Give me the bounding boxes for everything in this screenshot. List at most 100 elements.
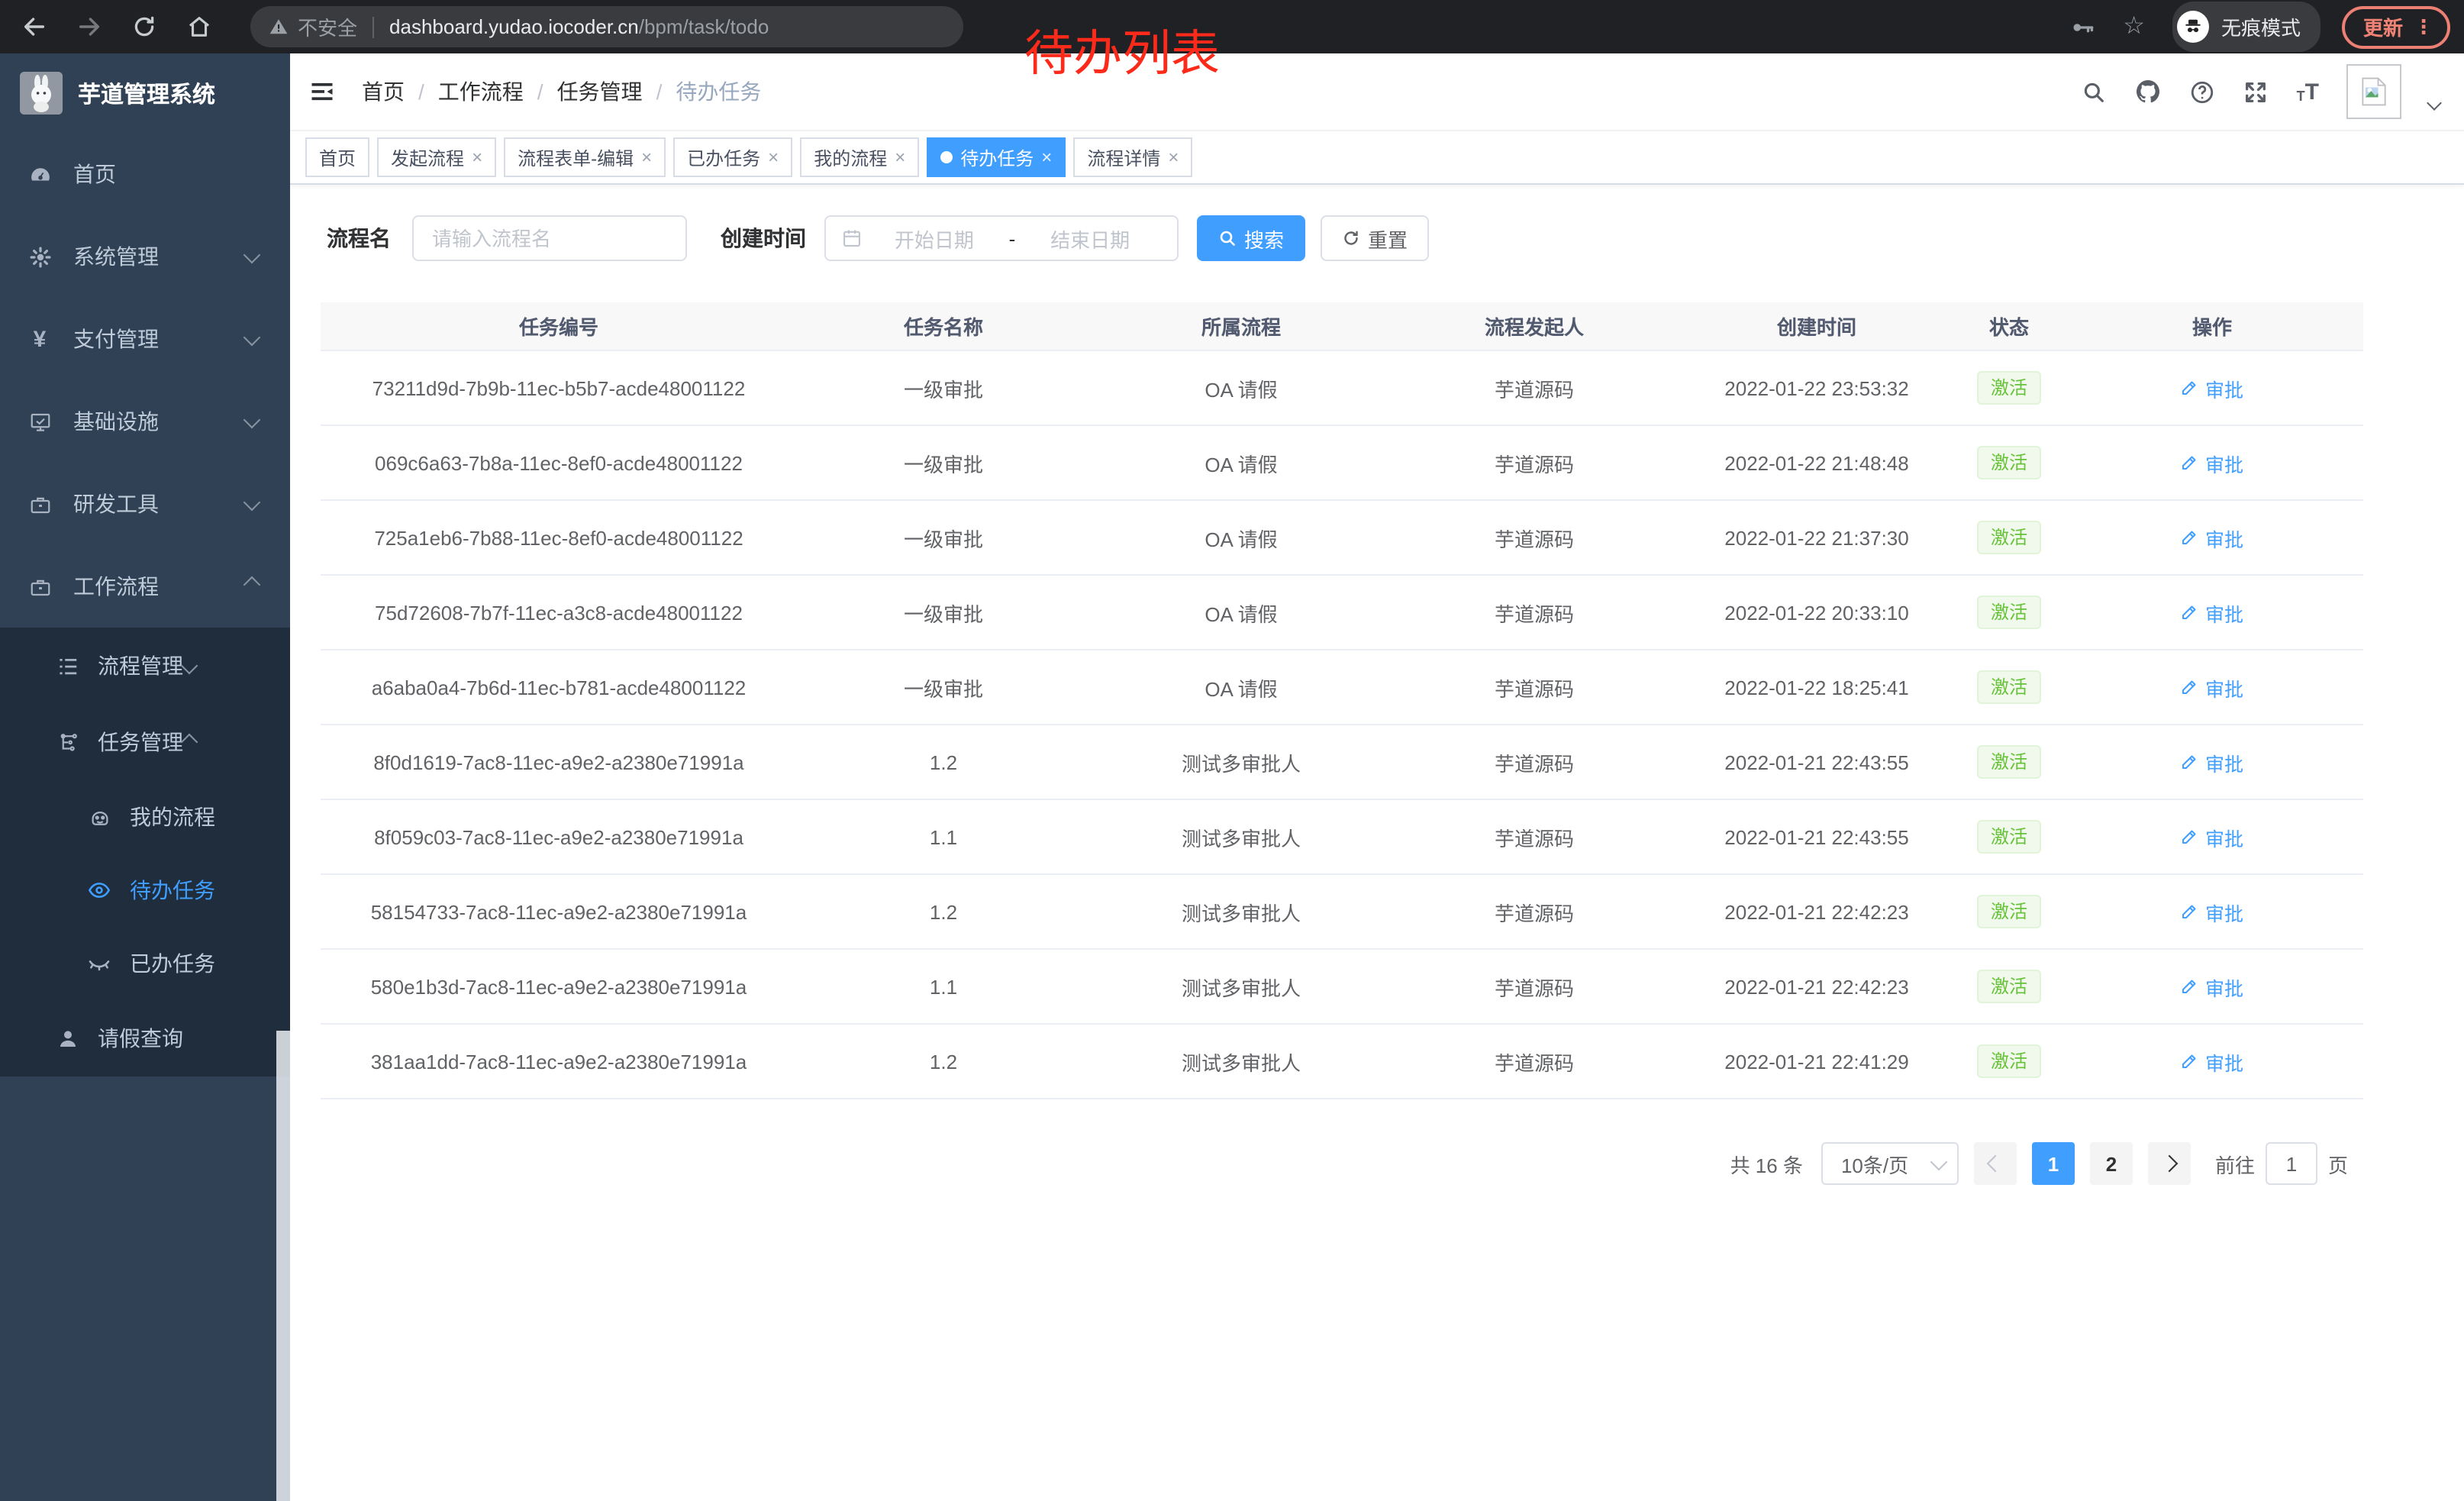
sidebar-item-my-process[interactable]: 我的流程 — [0, 780, 290, 854]
tab-my-process[interactable]: 我的流程× — [800, 137, 919, 177]
close-icon[interactable]: × — [1041, 148, 1052, 166]
breadcrumb-item[interactable]: 工作流程 — [438, 76, 524, 107]
tab-process-detail[interactable]: 流程详情× — [1073, 137, 1192, 177]
sidebar-item-done-tasks[interactable]: 已办任务 — [0, 927, 290, 1000]
main-area: 首页 / 工作流程 / 任务管理 / 待办任务 — [290, 53, 2464, 1501]
tab-todo-tasks[interactable]: 待办任务× — [927, 137, 1066, 177]
approve-link[interactable]: 审批 — [2181, 373, 2243, 402]
approve-link[interactable]: 审批 — [2181, 972, 2243, 1001]
approve-link[interactable]: 审批 — [2181, 598, 2243, 627]
task-name-cell: 1.1 — [797, 799, 1090, 874]
col-status: 状态 — [1957, 302, 2061, 350]
status-badge: 激活 — [1977, 820, 2041, 854]
close-icon[interactable]: × — [472, 148, 482, 166]
breadcrumb-item[interactable]: 首页 — [362, 76, 405, 107]
tab-home[interactable]: 首页 — [305, 137, 369, 177]
table-header-row: 任务编号 任务名称 所属流程 流程发起人 创建时间 状态 操作 — [321, 302, 2363, 350]
sidebar-item-task-mgmt[interactable]: 任务管理 — [0, 704, 290, 780]
close-icon[interactable]: × — [768, 148, 779, 166]
approve-link[interactable]: 审批 — [2181, 747, 2243, 776]
date-range-picker[interactable]: 开始日期 - 结束日期 — [824, 215, 1179, 261]
top-navbar: 首页 / 工作流程 / 任务管理 / 待办任务 — [290, 53, 2464, 131]
approve-link[interactable]: 审批 — [2181, 897, 2243, 926]
github-icon[interactable] — [2135, 78, 2162, 105]
breadcrumb-item[interactable]: 任务管理 — [557, 76, 643, 107]
reset-button[interactable]: 重置 — [1321, 215, 1429, 261]
url-separator — [373, 16, 374, 37]
home-icon[interactable] — [186, 14, 212, 40]
sidebar-item-leave-query[interactable]: 请假查询 — [0, 1000, 290, 1077]
sidebar-item-infra[interactable]: 基础设施 — [0, 380, 290, 463]
approve-link[interactable]: 审批 — [2181, 1047, 2243, 1076]
sidebar-item-home[interactable]: 首页 — [0, 133, 290, 215]
col-actions: 操作 — [2061, 302, 2363, 350]
sidebar-item-label: 工作流程 — [73, 571, 159, 602]
fullscreen-icon[interactable] — [2243, 79, 2269, 105]
gear-icon — [27, 245, 52, 268]
approve-link[interactable]: 审批 — [2181, 523, 2243, 552]
edit-icon — [2181, 977, 2199, 996]
page-button-1[interactable]: 1 — [2032, 1142, 2075, 1185]
sidebar-item-label: 系统管理 — [73, 241, 159, 272]
sidebar-item-process-mgmt[interactable]: 流程管理 — [0, 628, 290, 704]
help-icon[interactable] — [2190, 79, 2216, 105]
browser-menu-icon[interactable]: ⋮ — [2414, 15, 2433, 39]
flow-cell: 测试多审批人 — [1090, 1024, 1392, 1099]
avatar[interactable] — [2346, 64, 2401, 119]
prev-page-button[interactable] — [1974, 1142, 2017, 1185]
task-id-cell: 580e1b3d-7ac8-11ec-a9e2-a2380e71991a — [321, 949, 797, 1024]
page-size-select[interactable]: 10条/页 — [1821, 1142, 1959, 1185]
tab-done-tasks[interactable]: 已办任务× — [673, 137, 792, 177]
create-time-cell: 2022-01-21 22:43:55 — [1676, 799, 1957, 874]
col-flow: 所属流程 — [1090, 302, 1392, 350]
sidebar-item-system[interactable]: 系统管理 — [0, 215, 290, 298]
close-icon[interactable]: × — [641, 148, 652, 166]
next-page-button[interactable] — [2148, 1142, 2191, 1185]
approve-link[interactable]: 审批 — [2181, 822, 2243, 851]
create-time-cell: 2022-01-22 21:48:48 — [1676, 425, 1957, 500]
workflow-submenu: 流程管理 任务管理 我的流程 — [0, 628, 290, 1077]
refresh-icon[interactable] — [131, 14, 157, 40]
sidebar-collapse-icon[interactable] — [308, 78, 336, 105]
status-cell: 激活 — [1957, 874, 2061, 949]
bookmark-star-icon[interactable]: ☆ — [2123, 15, 2145, 39]
sidebar-item-devtools[interactable]: 研发工具 — [0, 463, 290, 545]
password-key-icon[interactable] — [2068, 13, 2095, 40]
search-icon[interactable] — [2082, 79, 2108, 105]
task-name-cell: 一级审批 — [797, 650, 1090, 725]
tab-process-form-edit[interactable]: 流程表单-编辑× — [504, 137, 666, 177]
sidebar-item-todo-tasks[interactable]: 待办任务 — [0, 854, 290, 927]
goto-page-input[interactable] — [2266, 1142, 2317, 1185]
close-icon[interactable]: × — [895, 148, 905, 166]
forward-icon[interactable] — [76, 14, 102, 40]
page-button-2[interactable]: 2 — [2090, 1142, 2133, 1185]
font-size-icon[interactable]: TT — [2297, 80, 2319, 103]
tab-start-process[interactable]: 发起流程× — [377, 137, 496, 177]
flow-cell: OA 请假 — [1090, 500, 1392, 575]
actions-cell: 审批 — [2061, 949, 2363, 1024]
approve-link[interactable]: 审批 — [2181, 673, 2243, 702]
approve-link[interactable]: 审批 — [2181, 448, 2243, 477]
close-icon[interactable]: × — [1168, 148, 1179, 166]
briefcase-icon — [27, 575, 52, 598]
chevron-down-icon[interactable] — [2427, 95, 2442, 110]
breadcrumb-separator: / — [656, 79, 663, 104]
breadcrumb-separator: / — [537, 79, 543, 104]
sidebar-scrollbar[interactable] — [276, 1031, 290, 1501]
back-icon[interactable] — [21, 14, 47, 40]
sidebar-item-workflow[interactable]: 工作流程 — [0, 545, 290, 628]
breadcrumb-item-current: 待办任务 — [676, 76, 761, 107]
table-row: a6aba0a4-7b6d-11ec-b781-acde48001122 一级审… — [321, 650, 2363, 725]
url-bar[interactable]: 不安全 dashboard.yudao.iocoder.cn/bpm/task/… — [250, 6, 963, 47]
status-cell: 激活 — [1957, 725, 2061, 799]
search-button[interactable]: 搜索 — [1197, 215, 1305, 261]
briefcase-icon — [27, 492, 52, 515]
status-badge: 激活 — [1977, 970, 2041, 1003]
browser-chrome: 不安全 dashboard.yudao.iocoder.cn/bpm/task/… — [0, 0, 2464, 53]
process-name-input[interactable] — [412, 215, 687, 261]
flow-cell: 测试多审批人 — [1090, 799, 1392, 874]
edit-icon — [2181, 753, 2199, 771]
total-count: 共 16 条 — [1730, 1149, 1803, 1178]
sidebar-item-payment[interactable]: ¥ 支付管理 — [0, 298, 290, 380]
update-button[interactable]: 更新 ⋮ — [2342, 5, 2450, 48]
